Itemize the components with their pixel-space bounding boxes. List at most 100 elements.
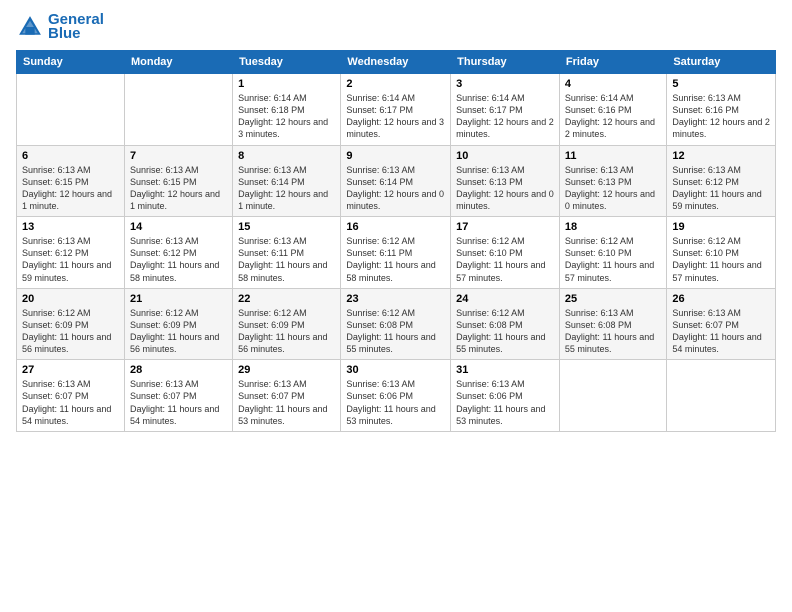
day-info: Sunrise: 6:13 AM Sunset: 6:15 PM Dayligh…	[130, 164, 227, 213]
page-header: General Blue	[16, 12, 776, 42]
table-row: 17 Sunrise: 6:12 AM Sunset: 6:10 PM Dayli…	[451, 217, 560, 289]
day-number: 12	[672, 150, 770, 162]
table-row: 21Sunrise: 6:12 AM Sunset: 6:09 PM Dayli…	[124, 288, 232, 360]
day-info: Sunrise: 6:12 AM Sunset: 6:09 PM Dayligh…	[130, 307, 227, 356]
day-number: 15	[238, 221, 335, 233]
day-info: Sunrise: 6:14 AM Sunset: 6:18 PM Dayligh…	[238, 92, 335, 141]
day-number: 24	[456, 293, 554, 305]
day-number: 19	[672, 221, 770, 233]
logo: General Blue	[16, 12, 104, 42]
day-info: Sunrise: 6:13 AM Sunset: 6:13 PM Dayligh…	[565, 164, 661, 213]
col-friday: Friday	[559, 51, 666, 74]
day-info: Sunrise: 6:13 AM Sunset: 6:06 PM Dayligh…	[346, 378, 445, 427]
day-number: 31	[456, 364, 554, 376]
table-row: 26Sunrise: 6:13 AM Sunset: 6:07 PM Dayli…	[667, 288, 776, 360]
table-row: 15 Sunrise: 6:13 AM Sunset: 6:11 PM Dayli…	[233, 217, 341, 289]
day-number: 4	[565, 78, 661, 90]
day-number: 13	[22, 221, 119, 233]
day-number: 29	[238, 364, 335, 376]
calendar-week-row: 1 Sunrise: 6:14 AM Sunset: 6:18 PM Daylig…	[17, 74, 776, 146]
table-row: 23 Sunrise: 6:12 AM Sunset: 6:08 PM Dayli…	[341, 288, 451, 360]
col-tuesday: Tuesday	[233, 51, 341, 74]
day-number: 27	[22, 364, 119, 376]
day-info: Sunrise: 6:13 AM Sunset: 6:07 PM Dayligh…	[238, 378, 335, 427]
day-number: 20	[22, 293, 119, 305]
calendar-week-row: 13 Sunrise: 6:13 AM Sunset: 6:12 PM Dayli…	[17, 217, 776, 289]
day-info: Sunrise: 6:13 AM Sunset: 6:14 PM Dayligh…	[346, 164, 445, 213]
table-row: 6 Sunrise: 6:13 AM Sunset: 6:15 PM Daylig…	[17, 145, 125, 217]
day-info: Sunrise: 6:13 AM Sunset: 6:16 PM Dayligh…	[672, 92, 770, 141]
day-number: 14	[130, 221, 227, 233]
col-wednesday: Wednesday	[341, 51, 451, 74]
day-number: 16	[346, 221, 445, 233]
day-number: 23	[346, 293, 445, 305]
col-monday: Monday	[124, 51, 232, 74]
table-row: 13Sunrise: 6:13 AM Sunset: 6:12 PM Dayli…	[17, 217, 125, 289]
table-row	[17, 74, 125, 146]
day-info: Sunrise: 6:13 AM Sunset: 6:08 PM Dayligh…	[565, 307, 661, 356]
logo-icon	[16, 13, 44, 41]
col-saturday: Saturday	[667, 51, 776, 74]
day-info: Sunrise: 6:12 AM Sunset: 6:09 PM Dayligh…	[22, 307, 119, 356]
day-number: 10	[456, 150, 554, 162]
table-row: 8 Sunrise: 6:13 AM Sunset: 6:14 PM Daylig…	[233, 145, 341, 217]
day-info: Sunrise: 6:14 AM Sunset: 6:17 PM Dayligh…	[456, 92, 554, 141]
day-number: 1	[238, 78, 335, 90]
day-info: Sunrise: 6:13 AM Sunset: 6:11 PM Dayligh…	[238, 235, 335, 284]
day-info: Sunrise: 6:12 AM Sunset: 6:08 PM Dayligh…	[456, 307, 554, 356]
col-thursday: Thursday	[451, 51, 560, 74]
table-row: 5 Sunrise: 6:13 AM Sunset: 6:16 PM Daylig…	[667, 74, 776, 146]
day-info: Sunrise: 6:13 AM Sunset: 6:14 PM Dayligh…	[238, 164, 335, 213]
day-number: 18	[565, 221, 661, 233]
day-number: 3	[456, 78, 554, 90]
table-row: 14 Sunrise: 6:13 AM Sunset: 6:12 PM Dayli…	[124, 217, 232, 289]
day-number: 25	[565, 293, 661, 305]
day-info: Sunrise: 6:13 AM Sunset: 6:12 PM Dayligh…	[672, 164, 770, 213]
day-number: 17	[456, 221, 554, 233]
day-number: 5	[672, 78, 770, 90]
day-number: 30	[346, 364, 445, 376]
day-number: 9	[346, 150, 445, 162]
day-info: Sunrise: 6:13 AM Sunset: 6:12 PM Dayligh…	[130, 235, 227, 284]
table-row: 3 Sunrise: 6:14 AM Sunset: 6:17 PM Daylig…	[451, 74, 560, 146]
table-row: 31Sunrise: 6:13 AM Sunset: 6:06 PM Dayli…	[451, 360, 560, 432]
calendar-week-row: 6 Sunrise: 6:13 AM Sunset: 6:15 PM Daylig…	[17, 145, 776, 217]
table-row: 2Sunrise: 6:14 AM Sunset: 6:17 PM Daylig…	[341, 74, 451, 146]
day-info: Sunrise: 6:12 AM Sunset: 6:10 PM Dayligh…	[672, 235, 770, 284]
table-row	[667, 360, 776, 432]
day-info: Sunrise: 6:13 AM Sunset: 6:15 PM Dayligh…	[22, 164, 119, 213]
table-row: 24 Sunrise: 6:12 AM Sunset: 6:08 PM Dayli…	[451, 288, 560, 360]
table-row: 27 Sunrise: 6:13 AM Sunset: 6:07 PM Dayli…	[17, 360, 125, 432]
table-row: 7 Sunrise: 6:13 AM Sunset: 6:15 PM Daylig…	[124, 145, 232, 217]
day-number: 6	[22, 150, 119, 162]
day-info: Sunrise: 6:14 AM Sunset: 6:16 PM Dayligh…	[565, 92, 661, 141]
table-row: 10 Sunrise: 6:13 AM Sunset: 6:13 PM Dayli…	[451, 145, 560, 217]
day-number: 8	[238, 150, 335, 162]
table-row: 30 Sunrise: 6:13 AM Sunset: 6:06 PM Dayli…	[341, 360, 451, 432]
day-number: 2	[346, 78, 445, 90]
day-info: Sunrise: 6:12 AM Sunset: 6:09 PM Dayligh…	[238, 307, 335, 356]
table-row: 11Sunrise: 6:13 AM Sunset: 6:13 PM Dayli…	[559, 145, 666, 217]
table-row: 25 Sunrise: 6:13 AM Sunset: 6:08 PM Dayli…	[559, 288, 666, 360]
table-row: 1 Sunrise: 6:14 AM Sunset: 6:18 PM Daylig…	[233, 74, 341, 146]
day-number: 7	[130, 150, 227, 162]
day-info: Sunrise: 6:13 AM Sunset: 6:07 PM Dayligh…	[130, 378, 227, 427]
calendar-week-row: 20 Sunrise: 6:12 AM Sunset: 6:09 PM Dayli…	[17, 288, 776, 360]
table-row	[559, 360, 666, 432]
day-number: 22	[238, 293, 335, 305]
table-row: 12 Sunrise: 6:13 AM Sunset: 6:12 PM Dayli…	[667, 145, 776, 217]
calendar-table: Sunday Monday Tuesday Wednesday Thursday…	[16, 50, 776, 432]
day-info: Sunrise: 6:12 AM Sunset: 6:08 PM Dayligh…	[346, 307, 445, 356]
calendar-header-row: Sunday Monday Tuesday Wednesday Thursday…	[17, 51, 776, 74]
table-row: 20 Sunrise: 6:12 AM Sunset: 6:09 PM Dayli…	[17, 288, 125, 360]
day-info: Sunrise: 6:13 AM Sunset: 6:13 PM Dayligh…	[456, 164, 554, 213]
day-info: Sunrise: 6:12 AM Sunset: 6:10 PM Dayligh…	[565, 235, 661, 284]
day-info: Sunrise: 6:12 AM Sunset: 6:10 PM Dayligh…	[456, 235, 554, 284]
table-row: 29 Sunrise: 6:13 AM Sunset: 6:07 PM Dayli…	[233, 360, 341, 432]
table-row: 22 Sunrise: 6:12 AM Sunset: 6:09 PM Dayli…	[233, 288, 341, 360]
table-row: 16 Sunrise: 6:12 AM Sunset: 6:11 PM Dayli…	[341, 217, 451, 289]
calendar-week-row: 27 Sunrise: 6:13 AM Sunset: 6:07 PM Dayli…	[17, 360, 776, 432]
day-info: Sunrise: 6:13 AM Sunset: 6:07 PM Dayligh…	[22, 378, 119, 427]
table-row: 4 Sunrise: 6:14 AM Sunset: 6:16 PM Daylig…	[559, 74, 666, 146]
day-info: Sunrise: 6:12 AM Sunset: 6:11 PM Dayligh…	[346, 235, 445, 284]
